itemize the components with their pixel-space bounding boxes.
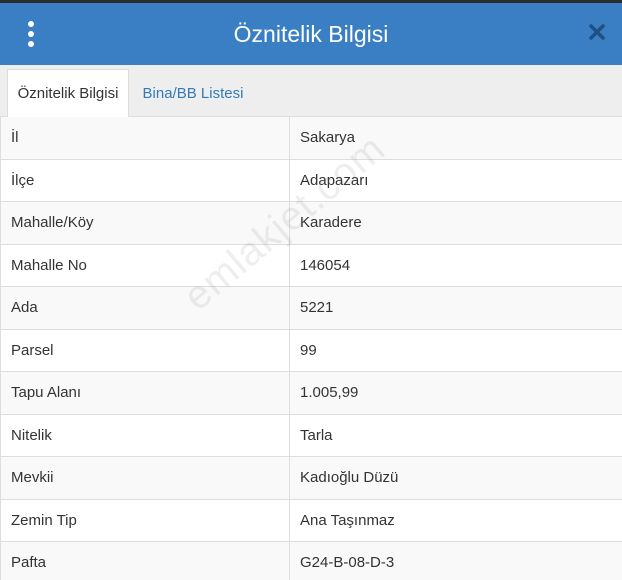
attribute-label: Nitelik xyxy=(0,414,290,456)
attribute-value: Sakarya xyxy=(300,129,356,147)
dialog-title: Öznitelik Bilgisi xyxy=(233,20,389,47)
attribute-label: Tapu Alanı xyxy=(0,372,290,414)
attribute-label: İlçe xyxy=(0,159,290,201)
attribute-value: Karadere xyxy=(300,214,362,232)
attribute-value: Ana Taşınmaz xyxy=(300,511,395,529)
attribute-label: Mevkii xyxy=(0,457,290,499)
attribute-value: Adapazarı xyxy=(300,171,369,189)
tab-bar: Öznitelik Bilgisi Bina/BB Listesi xyxy=(0,65,622,118)
table-row: Ada 5221 xyxy=(0,287,622,330)
attribute-value: G24-B-08-D-3 xyxy=(300,554,395,572)
tab-bina-bb-listesi[interactable]: Bina/BB Listesi xyxy=(131,69,255,118)
table-row: Mahalle/Köy Karadere xyxy=(0,202,622,245)
attribute-value: Tarla xyxy=(300,426,333,444)
attribute-label: Zemin Tip xyxy=(0,499,290,541)
table-border xyxy=(0,117,1,580)
attribute-value: 5221 xyxy=(300,299,334,317)
attribute-label: Pafta xyxy=(0,542,290,580)
tab-oznitelik-bilgisi[interactable]: Öznitelik Bilgisi xyxy=(7,69,129,118)
attribute-table: İl Sakarya İlçe Adapazarı Mahalle/Köy Ka… xyxy=(0,117,622,580)
attribute-value: Kadıoğlu Düzü xyxy=(300,469,399,487)
table-row: Nitelik Tarla xyxy=(0,414,622,457)
table-row: Tapu Alanı 1.005,99 xyxy=(0,372,622,415)
attribute-label: Ada xyxy=(0,287,290,329)
table-row: Mevkii Kadıoğlu Düzü xyxy=(0,457,622,500)
attribute-value: 99 xyxy=(300,341,317,359)
dialog-header: Öznitelik Bilgisi xyxy=(0,0,622,65)
table-row: İl Sakarya xyxy=(0,117,622,160)
table-row: Parsel 99 xyxy=(0,329,622,372)
close-icon[interactable] xyxy=(586,21,608,43)
attribute-label: Mahalle No xyxy=(0,244,290,286)
table-row: Zemin Tip Ana Taşınmaz xyxy=(0,499,622,542)
attribute-label: İl xyxy=(0,117,290,159)
attribute-label: Parsel xyxy=(0,329,290,371)
attribute-value: 1.005,99 xyxy=(300,384,359,402)
table-row: Mahalle No 146054 xyxy=(0,244,622,287)
table-row: İlçe Adapazarı xyxy=(0,159,622,202)
attribute-value: 146054 xyxy=(300,256,351,274)
table-row: Pafta G24-B-08-D-3 xyxy=(0,542,622,580)
attribute-label: Mahalle/Köy xyxy=(0,202,290,244)
